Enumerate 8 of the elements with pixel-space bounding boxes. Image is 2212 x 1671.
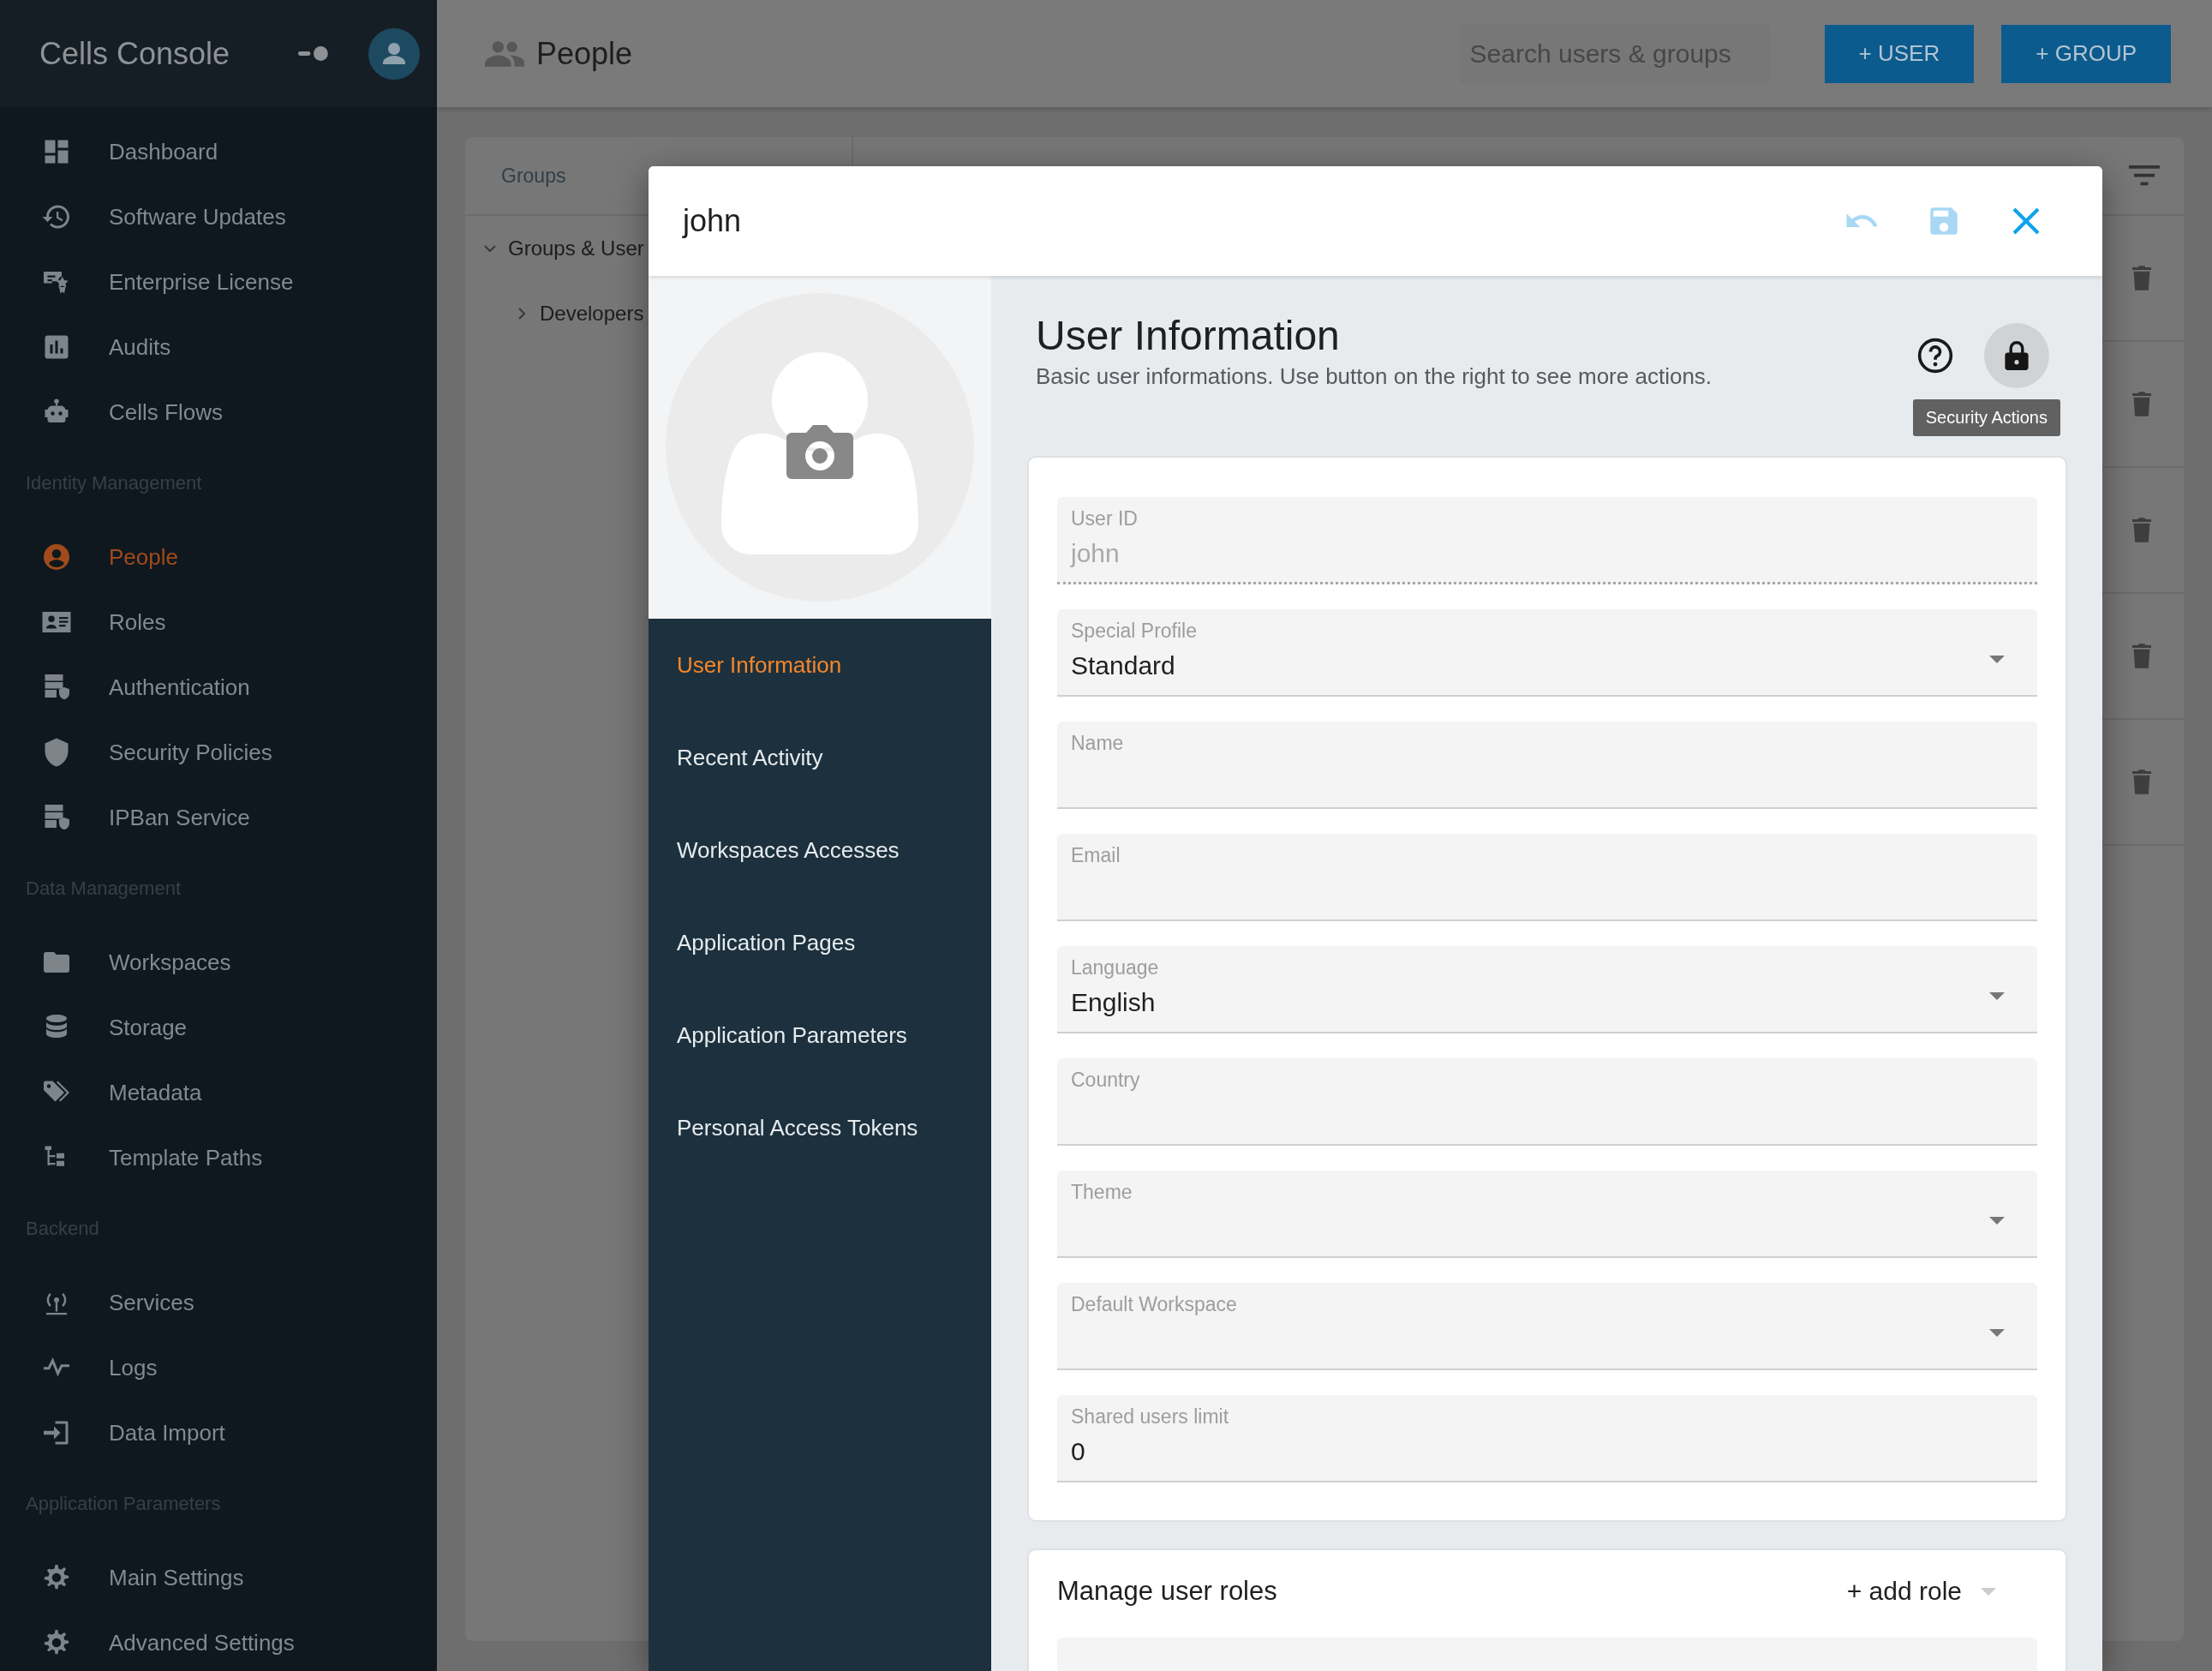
dialog-title: john: [683, 203, 742, 239]
page-title: People: [536, 35, 633, 72]
section-description: Basic user informations. Use button on the right to see more actions.: [1036, 363, 1713, 390]
tooltip: Security Actions: [1912, 399, 2060, 436]
panel-heading: Groups: [501, 164, 566, 188]
app-title: Cells Console: [39, 35, 231, 72]
card-title: Manage user roles: [1057, 1576, 1277, 1607]
section-title: User Information: [1036, 312, 1341, 360]
